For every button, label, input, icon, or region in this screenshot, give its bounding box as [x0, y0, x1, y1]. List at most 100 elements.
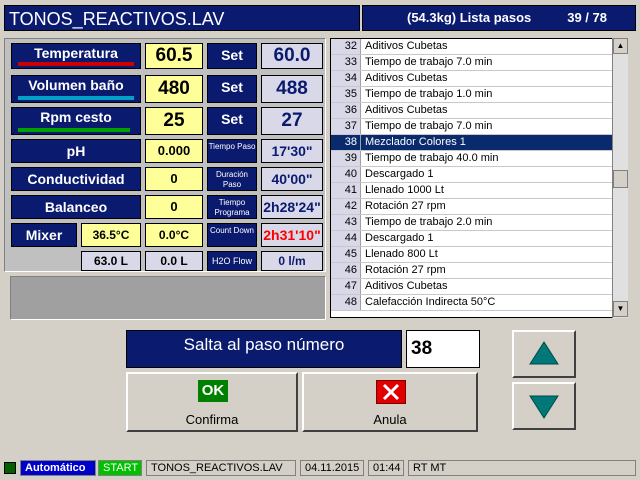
step-up-button[interactable] — [512, 330, 576, 378]
list-item[interactable]: 46 Rotación 27 rpm — [331, 263, 613, 279]
step-text: Tiempo de trabajo 1.0 min — [365, 88, 493, 100]
step-number: 32 — [331, 39, 361, 54]
h2o-flow-label: H2O Flow — [207, 251, 257, 271]
step-text: Aditivos Cubetas — [365, 104, 448, 116]
step-list[interactable]: 32 Aditivos Cubetas 33 Tiempo de trabajo 7… — [330, 38, 628, 318]
scroll-thumb[interactable] — [613, 170, 628, 188]
step-text: Tiempo de trabajo 7.0 min — [365, 120, 493, 132]
cancel-x-icon — [376, 380, 406, 404]
step-counter: 39 / 78 — [567, 10, 607, 25]
list-item[interactable]: 33 Tiempo de trabajo 7.0 min — [331, 55, 613, 71]
rpm-set-label: Set — [207, 107, 257, 135]
ok-icon: OK — [198, 380, 228, 402]
scroll-up-icon[interactable]: ▲ — [613, 38, 628, 54]
mixer-volume-2: 0.0 L — [145, 251, 203, 271]
list-item[interactable]: 36 Aditivos Cubetas — [331, 103, 613, 119]
list-item[interactable]: 35 Tiempo de trabajo 1.0 min — [331, 87, 613, 103]
temperature-bar — [18, 62, 134, 66]
sensor-panel: Temperatura 60.5 Set 60.0 Volumen baño 4… — [4, 38, 326, 272]
ph-value: 0.000 — [145, 139, 203, 163]
jump-step-input[interactable]: 38 — [406, 330, 480, 368]
list-item[interactable]: 41 Llenado 1000 Lt — [331, 183, 613, 199]
list-item-selected[interactable]: 38 Mezclador Colores 1 — [331, 135, 613, 151]
load-info: (54.3kg) Lista pasos — [407, 10, 532, 25]
mixer-temp-1: 36.5°C — [81, 223, 141, 247]
list-item[interactable]: 37 Tiempo de trabajo 7.0 min — [331, 119, 613, 135]
step-number: 41 — [331, 183, 361, 198]
step-time-value: 17'30" — [261, 139, 323, 163]
step-number: 39 — [331, 151, 361, 166]
list-item[interactable]: 44 Descargado 1 — [331, 231, 613, 247]
list-item[interactable]: 45 Llenado 800 Lt — [331, 247, 613, 263]
status-rt: RT MT — [408, 460, 636, 476]
step-text: Tiempo de trabajo 2.0 min — [365, 216, 493, 228]
step-text: Aditivos Cubetas — [365, 280, 448, 292]
list-item[interactable]: 43 Tiempo de trabajo 2.0 min — [331, 215, 613, 231]
step-number: 48 — [331, 295, 361, 310]
step-number: 35 — [331, 87, 361, 102]
rpm-label-text: Rpm cesto — [40, 109, 112, 125]
rpm-value: 25 — [145, 107, 203, 135]
list-item[interactable]: 42 Rotación 27 rpm — [331, 199, 613, 215]
volume-set-value[interactable]: 488 — [261, 75, 323, 103]
rpm-label: Rpm cesto — [11, 107, 141, 135]
step-down-button[interactable] — [512, 382, 576, 430]
list-item[interactable]: 32 Aditivos Cubetas — [331, 39, 613, 55]
step-number: 33 — [331, 55, 361, 70]
program-time-label: Tiempo Programa — [207, 195, 257, 219]
list-item[interactable]: 40 Descargado 1 — [331, 167, 613, 183]
count-down-label: Count Down — [207, 223, 257, 247]
step-text: Mezclador Colores 1 — [365, 136, 466, 148]
list-item[interactable]: 39 Tiempo de trabajo 40.0 min — [331, 151, 613, 167]
count-down-value: 2h31'10" — [261, 223, 323, 247]
step-text: Aditivos Cubetas — [365, 40, 448, 52]
step-text: Tiempo de trabajo 40.0 min — [365, 152, 499, 164]
status-led-icon — [4, 462, 16, 474]
cancel-button[interactable]: Anula — [302, 372, 478, 432]
rpm-bar — [18, 128, 130, 132]
step-text: Rotación 27 rpm — [365, 200, 446, 212]
balance-label: Balanceo — [11, 195, 141, 219]
step-list-header: (54.3kg) Lista pasos 39 / 78 — [362, 5, 636, 31]
rpm-set-value[interactable]: 27 — [261, 107, 323, 135]
step-number: 38 — [331, 135, 361, 150]
program-time-value: 2h28'24" — [261, 195, 323, 219]
status-time: 01:44 — [368, 460, 404, 476]
confirm-label: Confirma — [185, 412, 239, 427]
step-number: 42 — [331, 199, 361, 214]
temperature-label: Temperatura — [11, 43, 141, 69]
step-text: Descargado 1 — [365, 232, 434, 244]
temperature-set-value[interactable]: 60.0 — [261, 43, 323, 69]
title-bar: TONOS_REACTIVOS.LAV (54.3kg) Lista pasos… — [0, 0, 640, 34]
list-item[interactable]: 48 Calefacción Indirecta 50°C — [331, 295, 613, 311]
arrow-up-icon — [529, 341, 559, 365]
step-text: Aditivos Cubetas — [365, 72, 448, 84]
list-item[interactable]: 34 Aditivos Cubetas — [331, 71, 613, 87]
arrow-down-icon — [529, 395, 559, 419]
temperature-value: 60.5 — [145, 43, 203, 69]
jump-to-step-label: Salta al paso número — [126, 330, 402, 368]
balance-value: 0 — [145, 195, 203, 219]
step-number: 34 — [331, 71, 361, 86]
scroll-down-icon[interactable]: ▼ — [613, 301, 628, 317]
h2o-flow-value: 0 l/m — [261, 251, 323, 271]
conductivity-value: 0 — [145, 167, 203, 191]
step-time-label: Tiempo Paso — [207, 139, 257, 163]
step-number: 46 — [331, 263, 361, 278]
list-item[interactable]: 47 Aditivos Cubetas — [331, 279, 613, 295]
volume-label-text: Volumen baño — [28, 77, 124, 93]
mixer-volume-1: 63.0 L — [81, 251, 141, 271]
step-number: 36 — [331, 103, 361, 118]
step-number: 47 — [331, 279, 361, 294]
step-text: Calefacción Indirecta 50°C — [365, 296, 496, 308]
volume-label: Volumen baño — [11, 75, 141, 103]
step-text: Llenado 800 Lt — [365, 248, 438, 260]
status-file: TONOS_REACTIVOS.LAV — [146, 460, 296, 476]
step-text: Rotación 27 rpm — [365, 264, 446, 276]
confirm-button[interactable]: OK Confirma — [126, 372, 298, 432]
mixer-label: Mixer — [11, 223, 77, 247]
conductivity-label: Conductividad — [11, 167, 141, 191]
step-list-scrollbar[interactable]: ▲ ▼ — [612, 38, 628, 318]
step-number: 43 — [331, 215, 361, 230]
temperature-label-text: Temperatura — [34, 45, 118, 61]
